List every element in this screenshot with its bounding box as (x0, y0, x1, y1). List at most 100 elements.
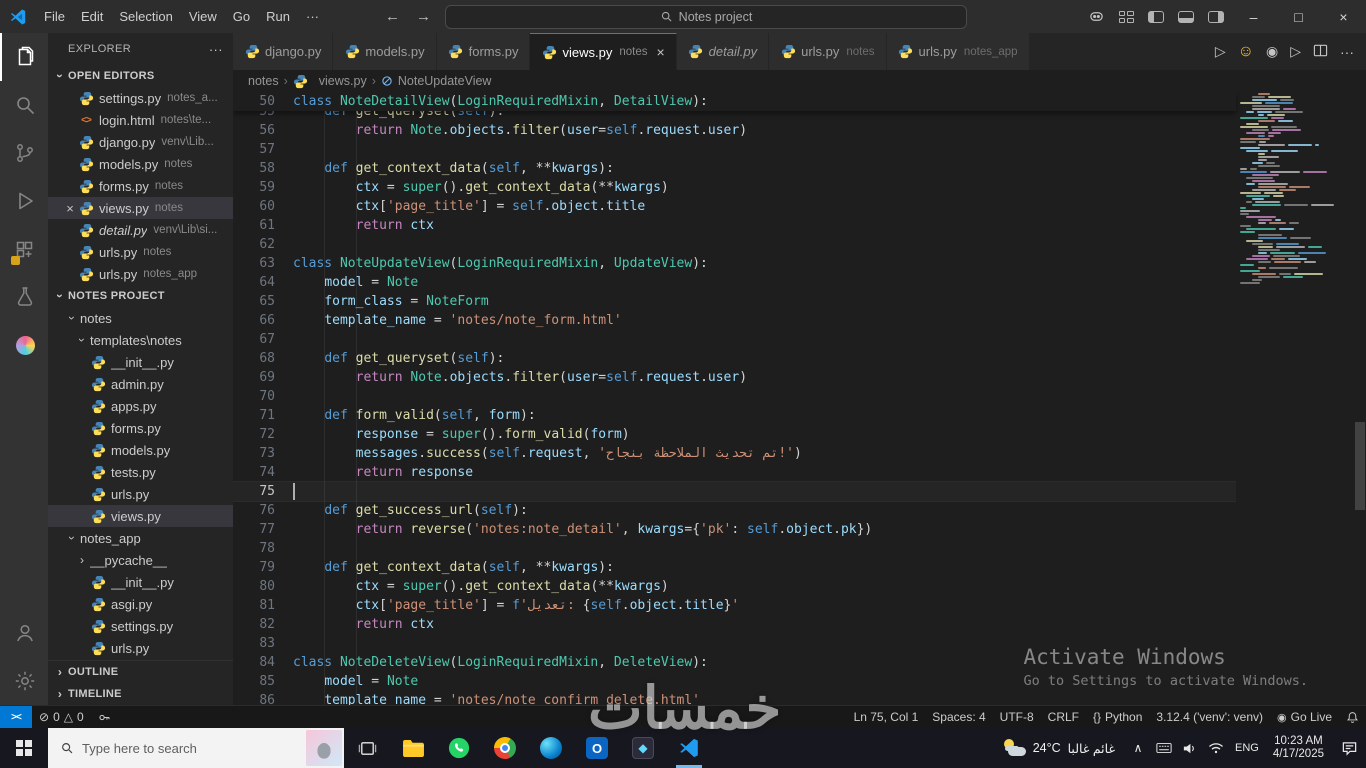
code-editor[interactable]: 55 def get_queryset(self): 56 return Note… (233, 92, 1366, 705)
code-line-79[interactable]: 79 def get_context_data(self, **kwargs): (233, 558, 1236, 577)
indentation[interactable]: Spaces: 4 (925, 706, 992, 728)
record-icon[interactable]: ◉ (1266, 43, 1278, 60)
play-icon[interactable]: ▷ (1290, 43, 1301, 60)
more-actions-icon[interactable]: ··· (1340, 44, 1354, 60)
code-line-72[interactable]: 72 response = super().form_valid(form) (233, 425, 1236, 444)
cursor-position[interactable]: Ln 75, Col 1 (847, 706, 926, 728)
status-tool-icon[interactable] (91, 706, 118, 728)
tree-item-__init__.py[interactable]: ›__init__.py (48, 351, 233, 373)
toggle-secondary-sidebar-icon[interactable] (1201, 10, 1231, 23)
tree-item-settings.py[interactable]: ›settings.py (48, 615, 233, 637)
vscode-taskbar-icon[interactable] (666, 728, 712, 768)
touch-keyboard-icon[interactable] (1151, 742, 1177, 754)
menu-item-edit[interactable]: Edit (73, 0, 111, 33)
code-line-86[interactable]: 86 template_name = 'notes/note_confirm_d… (233, 691, 1236, 705)
start-button[interactable] (0, 728, 48, 768)
open-editors-header[interactable]: › OPEN EDITORS (48, 65, 233, 87)
code-line-56[interactable]: 56 return Note.objects.filter(user=self.… (233, 121, 1236, 140)
maximize-button[interactable]: □ (1276, 0, 1321, 33)
code-line-65[interactable]: 65 form_class = NoteForm (233, 292, 1236, 311)
code-line-75[interactable]: 75 (233, 481, 1236, 502)
open-editor-login.html[interactable]: ×<>login.htmlnotes\te... (48, 109, 233, 131)
tree-item-models.py[interactable]: ›models.py (48, 439, 233, 461)
breadcrumb-item-notes[interactable]: notes (248, 74, 279, 88)
menu-item-run[interactable]: Run (258, 0, 298, 33)
tab-forms.py[interactable]: forms.py (436, 33, 531, 70)
tree-folder-notes_app[interactable]: › notes_app (48, 527, 233, 549)
taskbar-clock[interactable]: 10:23 AM 4/17/2025 (1265, 735, 1332, 761)
app-icon[interactable]: ◆ (620, 728, 666, 768)
volume-icon[interactable] (1177, 741, 1203, 756)
smiley-extension-icon[interactable]: ☺ (1238, 43, 1254, 61)
chrome-icon[interactable] (482, 728, 528, 768)
network-icon[interactable] (1203, 742, 1229, 754)
run-debug-icon[interactable] (0, 177, 48, 225)
tree-item-apps.py[interactable]: ›apps.py (48, 395, 233, 417)
tree-folder-templates\notes[interactable]: › templates\notes (48, 329, 233, 351)
back-arrow-icon[interactable]: ← (385, 8, 400, 25)
code-line-59[interactable]: 59 ctx = super().get_context_data(**kwar… (233, 178, 1236, 197)
code-line-66[interactable]: 66 template_name = 'notes/note_form.html… (233, 311, 1236, 330)
code-line-58[interactable]: 58 def get_context_data(self, **kwargs): (233, 159, 1236, 178)
code-line-74[interactable]: 74 return response (233, 463, 1236, 482)
open-editor-models.py[interactable]: ×models.pynotes (48, 153, 233, 175)
menu-item-selection[interactable]: Selection (111, 0, 180, 33)
open-editor-forms.py[interactable]: ×forms.pynotes (48, 175, 233, 197)
minimap[interactable] (1240, 92, 1352, 705)
split-editor-icon[interactable] (1313, 43, 1328, 61)
menu-item-view[interactable]: View (181, 0, 225, 33)
toggle-panel-icon[interactable] (1171, 10, 1201, 23)
breadcrumb-item-views.py[interactable]: views.py (319, 74, 367, 88)
settings-gear-icon[interactable] (0, 657, 48, 705)
more-actions-icon[interactable]: ··· (209, 42, 223, 57)
code-area[interactable]: 55 def get_queryset(self): 56 return Note… (233, 92, 1236, 705)
minimize-button[interactable]: – (1231, 0, 1276, 33)
python-interpreter[interactable]: 3.12.4 ('venv': venv) (1149, 706, 1270, 728)
open-editor-settings.py[interactable]: ×settings.pynotes_a... (48, 87, 233, 109)
tab-urls.py[interactable]: urls.py notes_app (886, 33, 1030, 70)
outline-section-header[interactable]: › OUTLINE (48, 661, 233, 683)
accounts-icon[interactable] (0, 609, 48, 657)
menu-item-more[interactable]: ··· (298, 0, 327, 33)
code-line-57[interactable]: 57 (233, 140, 1236, 159)
tree-item-asgi.py[interactable]: ›asgi.py (48, 593, 233, 615)
code-line-69[interactable]: 69 return Note.objects.filter(user=self.… (233, 368, 1236, 387)
tree-folder-notes[interactable]: › notes (48, 307, 233, 329)
tree-folder-__pycache__[interactable]: › __pycache__ (48, 549, 233, 571)
outlook-icon[interactable]: O (574, 728, 620, 768)
toggle-sidebar-icon[interactable] (1141, 10, 1171, 23)
action-center-icon[interactable] (1332, 740, 1366, 757)
addon-extension-icon[interactable] (0, 321, 48, 369)
menu-item-file[interactable]: File (36, 0, 73, 33)
code-line-67[interactable]: 67 (233, 330, 1236, 349)
tree-item-admin.py[interactable]: ›admin.py (48, 373, 233, 395)
forward-arrow-icon[interactable]: → (416, 8, 431, 25)
language-indicator[interactable]: ENG (1229, 742, 1265, 754)
code-line-60[interactable]: 60 ctx['page_title'] = self.object.title (233, 197, 1236, 216)
search-highlight-image[interactable] (306, 730, 342, 766)
tab-django.py[interactable]: django.py (233, 33, 334, 70)
code-line-82[interactable]: 82 return ctx (233, 615, 1236, 634)
open-editor-views.py[interactable]: × views.py notes (48, 197, 233, 219)
tab-urls.py[interactable]: urls.py notes (769, 33, 887, 70)
run-file-icon[interactable]: ▷ (1215, 43, 1226, 60)
close-icon[interactable]: × (656, 44, 664, 60)
extensions-icon[interactable] (0, 225, 48, 273)
code-line-71[interactable]: 71 def form_valid(self, form): (233, 406, 1236, 425)
tab-models.py[interactable]: models.py (333, 33, 437, 70)
whatsapp-icon[interactable] (436, 728, 482, 768)
code-line-64[interactable]: 64 model = Note (233, 273, 1236, 292)
edge-browser-icon[interactable] (528, 728, 574, 768)
tree-item-tests.py[interactable]: ›tests.py (48, 461, 233, 483)
taskbar-search[interactable]: Type here to search (48, 728, 344, 768)
explorer-icon[interactable] (0, 33, 48, 81)
code-line-62[interactable]: 62 (233, 235, 1236, 254)
tree-item-urls.py[interactable]: ›urls.py (48, 637, 233, 659)
problems-indicator[interactable]: ⊘ 0 △ 0 (32, 706, 91, 728)
breadcrumb-item-NoteUpdateView[interactable]: NoteUpdateView (398, 74, 492, 88)
open-editor-django.py[interactable]: ×django.pyvenv\Lib... (48, 131, 233, 153)
notifications-bell-icon[interactable] (1339, 706, 1366, 728)
task-view-button[interactable] (344, 728, 390, 768)
encoding[interactable]: UTF-8 (993, 706, 1041, 728)
scrollbar-thumb[interactable] (1355, 422, 1365, 510)
